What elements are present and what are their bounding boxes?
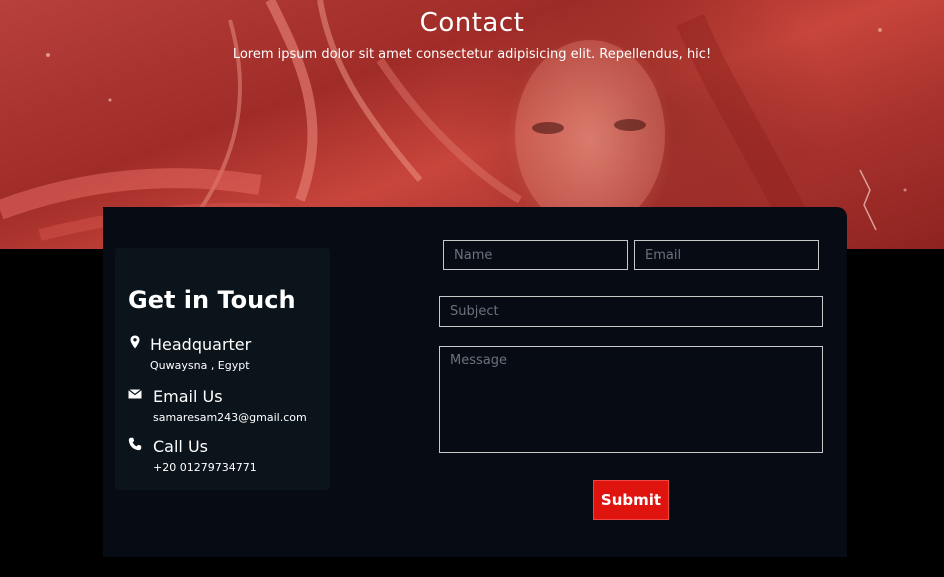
contact-info-title: Get in Touch (128, 286, 296, 314)
message-textarea[interactable] (439, 346, 823, 453)
info-item-label: Email Us (153, 387, 223, 406)
location-pin-icon (130, 335, 140, 349)
info-item-label: Call Us (153, 437, 208, 456)
info-item-value: Quwaysna , Egypt (150, 359, 250, 372)
contact-info-panel: Get in Touch Headquarter Quwaysna , Egyp… (115, 248, 330, 490)
name-input[interactable] (443, 240, 628, 270)
info-item-value: +20 01279734771 (153, 461, 257, 474)
phone-icon (128, 437, 142, 451)
contact-card: Get in Touch Headquarter Quwaysna , Egyp… (103, 207, 847, 557)
page-title: Contact (419, 8, 525, 38)
info-item-value: samaresam243@gmail.com (153, 411, 307, 424)
envelope-icon (128, 389, 142, 399)
email-input[interactable] (634, 240, 819, 270)
info-item-label: Headquarter (150, 335, 252, 354)
subject-input[interactable] (439, 296, 823, 327)
page-subtitle: Lorem ipsum dolor sit amet consectetur a… (232, 47, 712, 62)
submit-button[interactable]: Submit (593, 480, 669, 520)
